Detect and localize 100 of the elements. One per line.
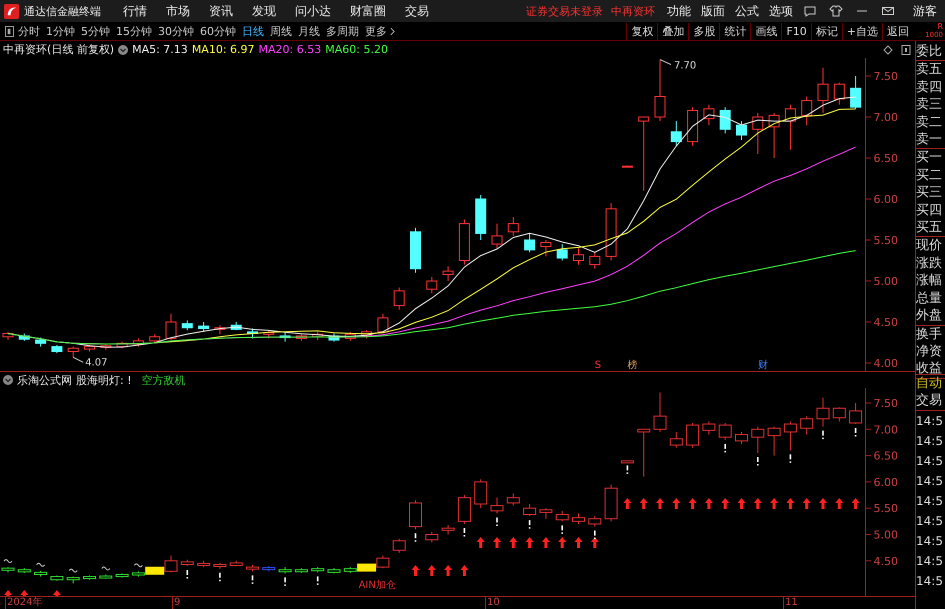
event-marker[interactable]: S: [594, 360, 602, 371]
trade-time: 14:5: [916, 532, 944, 550]
period-tab[interactable]: 15分钟: [116, 24, 152, 38]
candlestick: [736, 120, 747, 140]
price-axis-label: 5.50: [874, 502, 898, 516]
mail-icon[interactable]: [881, 4, 895, 18]
up-arrow-icon: [590, 537, 599, 548]
up-arrow-icon: [738, 498, 746, 509]
period-tab[interactable]: 更多: [365, 24, 387, 38]
candlestick: [409, 500, 422, 530]
candlestick: [198, 322, 210, 332]
up-arrow-icon: [428, 565, 436, 576]
quote-label: 外盘: [916, 307, 943, 324]
ma-value: MA5: 7.13: [132, 43, 188, 56]
candlestick: [280, 331, 291, 342]
up-arrow-icon: [412, 565, 420, 576]
quote-label: 卖二: [916, 114, 943, 132]
chat-icon[interactable]: [803, 4, 817, 18]
up-arrow-icon: [704, 498, 713, 509]
up-arrow-icon: [852, 498, 860, 509]
dropdown-icon[interactable]: [3, 375, 13, 385]
candlestick: [247, 328, 258, 339]
candlestick: [474, 478, 488, 509]
panel-toggle-icon[interactable]: [5, 26, 14, 36]
candlestick: [573, 248, 584, 266]
menu-item[interactable]: 问小达: [295, 2, 331, 20]
toolbar-button[interactable]: 叠加: [657, 22, 688, 40]
up-arrow-icon: [786, 498, 794, 509]
up-arrow-icon: [623, 498, 632, 509]
period-tab[interactable]: 5分钟: [81, 24, 110, 38]
period-tab[interactable]: 多周期: [326, 24, 359, 38]
leader-line: [660, 59, 672, 66]
candlestick: [816, 397, 830, 428]
candlestick: [670, 431, 683, 448]
toolbar-button[interactable]: 标记: [810, 22, 842, 40]
candlestick: [246, 564, 259, 572]
shirt-icon[interactable]: [829, 4, 843, 18]
toolbar-button[interactable]: 返回: [882, 22, 913, 40]
period-tab[interactable]: 日线: [242, 24, 264, 38]
toolbar-button[interactable]: F10: [781, 22, 811, 40]
event-marker[interactable]: 榜: [627, 360, 638, 371]
quote-label: 涨跌: [916, 254, 943, 272]
period-tab[interactable]: 分时: [18, 24, 40, 38]
menu-item[interactable]: 发现: [252, 2, 276, 20]
period-tab[interactable]: 60分钟: [200, 24, 236, 38]
candlestick: [312, 331, 324, 341]
menu-item[interactable]: 功能: [667, 2, 691, 20]
ma-value: MA20: 6.53: [258, 43, 322, 56]
toolbar-button[interactable]: +自选: [842, 22, 882, 40]
toolbar-button[interactable]: 复权: [626, 22, 658, 40]
candlestick: [394, 287, 405, 310]
period-tab[interactable]: 月线: [298, 24, 320, 38]
candlestick: [768, 426, 781, 456]
period-tab[interactable]: 30分钟: [158, 24, 194, 38]
quote-label: 净资: [916, 342, 943, 360]
indicator-note: AIN加仓: [358, 580, 396, 591]
wave-mark-icon: [36, 562, 46, 567]
diamond-icon[interactable]: [883, 44, 893, 54]
stock-name: 中再资环: [611, 4, 655, 18]
price-axis-label: 7.50: [874, 70, 898, 83]
user-label[interactable]: 游客: [913, 2, 937, 20]
candlestick: [818, 67, 828, 114]
trade-mode-label[interactable]: 自动: [916, 375, 945, 392]
menu-item[interactable]: 公式: [735, 2, 759, 20]
candlestick: [620, 460, 634, 464]
candlestick: [442, 524, 455, 535]
panel-icon[interactable]: [901, 44, 911, 54]
toolbar-button[interactable]: 多股: [688, 22, 720, 40]
up-arrow-icon: [52, 590, 61, 596]
menu-item[interactable]: 选项: [769, 2, 793, 20]
dropdown-icon[interactable]: [118, 44, 128, 54]
candlestick: [426, 276, 438, 294]
login-notice[interactable]: 证券交易未登录: [526, 4, 603, 18]
up-arrow-icon: [574, 537, 582, 548]
indicator-title: 股海明灯: !: [76, 372, 132, 388]
menu-item[interactable]: 行情: [123, 2, 147, 20]
candlestick: [589, 252, 600, 270]
candlestick: [392, 538, 406, 554]
candlestick: [116, 572, 129, 578]
candlestick: [508, 216, 519, 236]
menu-item[interactable]: 交易: [405, 2, 429, 20]
candlestick: [18, 568, 31, 574]
date-axis-label: 9: [172, 597, 180, 609]
candlestick: [294, 568, 308, 574]
event-marker[interactable]: 财: [758, 360, 768, 371]
menu-item[interactable]: 版面: [701, 2, 725, 20]
candlestick: [344, 331, 356, 342]
candlestick: [654, 392, 666, 432]
toolbar-button[interactable]: 统计: [719, 22, 750, 40]
menu-item[interactable]: 资讯: [209, 2, 233, 20]
toolbar-button[interactable]: 画线: [750, 22, 782, 40]
quote-label: 买二: [916, 166, 943, 184]
trade-time: 14:5: [916, 572, 944, 590]
menu-item[interactable]: 市场: [166, 2, 190, 20]
period-tab[interactable]: 1分钟: [46, 24, 75, 38]
up-arrow-icon: [476, 537, 485, 548]
period-tab[interactable]: 周线: [270, 24, 292, 38]
menu-item[interactable]: 财富圈: [350, 2, 386, 20]
chevron-right-icon[interactable]: [390, 26, 395, 36]
candlestick: [751, 426, 764, 454]
